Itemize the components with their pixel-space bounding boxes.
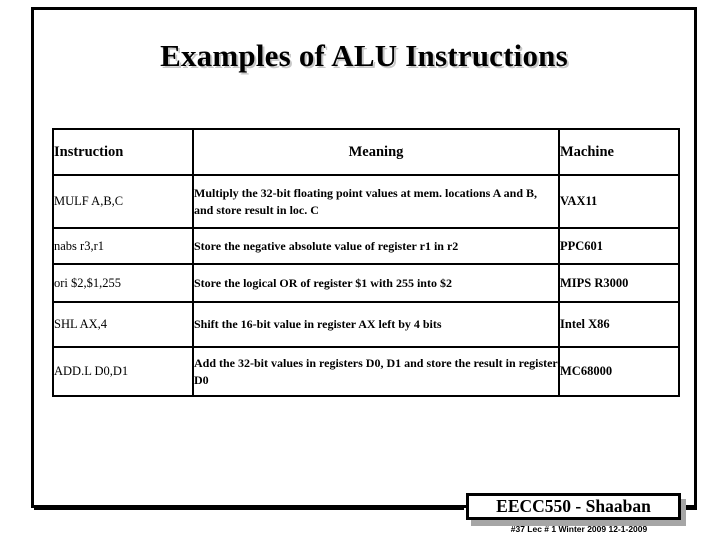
title-container: Examples of ALU Instructions bbox=[40, 38, 688, 74]
cell-instruction: SHL AX,4 bbox=[52, 301, 194, 348]
table-row: nabs r3,r1 Store the negative absolute v… bbox=[52, 227, 680, 265]
alu-instructions-table: Instruction Meaning Machine MULF A,B,C M… bbox=[52, 128, 680, 397]
footer-course-label: EECC550 - Shaaban bbox=[496, 496, 651, 516]
cell-machine: MC68000 bbox=[558, 346, 680, 397]
table-header-row: Instruction Meaning Machine bbox=[52, 128, 680, 176]
table-row: ori $2,$1,255 Store the logical OR of re… bbox=[52, 263, 680, 303]
cell-machine: Intel X86 bbox=[558, 301, 680, 348]
footer-rule-left bbox=[34, 507, 464, 510]
cell-machine: MIPS R3000 bbox=[558, 263, 680, 303]
column-header-machine: Machine bbox=[558, 128, 680, 176]
footer-course-box: EECC550 - Shaaban bbox=[466, 493, 681, 520]
cell-machine: VAX11 bbox=[558, 174, 680, 229]
cell-meaning: Store the logical OR of register $1 with… bbox=[192, 263, 560, 303]
cell-meaning: Shift the 16-bit value in register AX le… bbox=[192, 301, 560, 348]
slide-canvas: Examples of ALU Instructions Instruction… bbox=[0, 0, 720, 540]
cell-meaning: Multiply the 32-bit floating point value… bbox=[192, 174, 560, 229]
cell-meaning: Add the 32-bit values in registers D0, D… bbox=[192, 346, 560, 397]
cell-instruction: MULF A,B,C bbox=[52, 174, 194, 229]
column-header-instruction: Instruction bbox=[52, 128, 194, 176]
footer-meta-label: #37 Lec # 1 Winter 2009 12-1-2009 bbox=[510, 524, 648, 534]
cell-instruction: ADD.L D0,D1 bbox=[52, 346, 194, 397]
table-row: MULF A,B,C Multiply the 32-bit floating … bbox=[52, 174, 680, 229]
cell-instruction: nabs r3,r1 bbox=[52, 227, 194, 265]
cell-instruction: ori $2,$1,255 bbox=[52, 263, 194, 303]
cell-meaning: Store the negative absolute value of reg… bbox=[192, 227, 560, 265]
table-row: SHL AX,4 Shift the 16-bit value in regis… bbox=[52, 301, 680, 348]
cell-machine: PPC601 bbox=[558, 227, 680, 265]
column-header-meaning: Meaning bbox=[192, 128, 560, 176]
table-row: ADD.L D0,D1 Add the 32-bit values in reg… bbox=[52, 346, 680, 397]
page-title: Examples of ALU Instructions bbox=[160, 38, 568, 73]
